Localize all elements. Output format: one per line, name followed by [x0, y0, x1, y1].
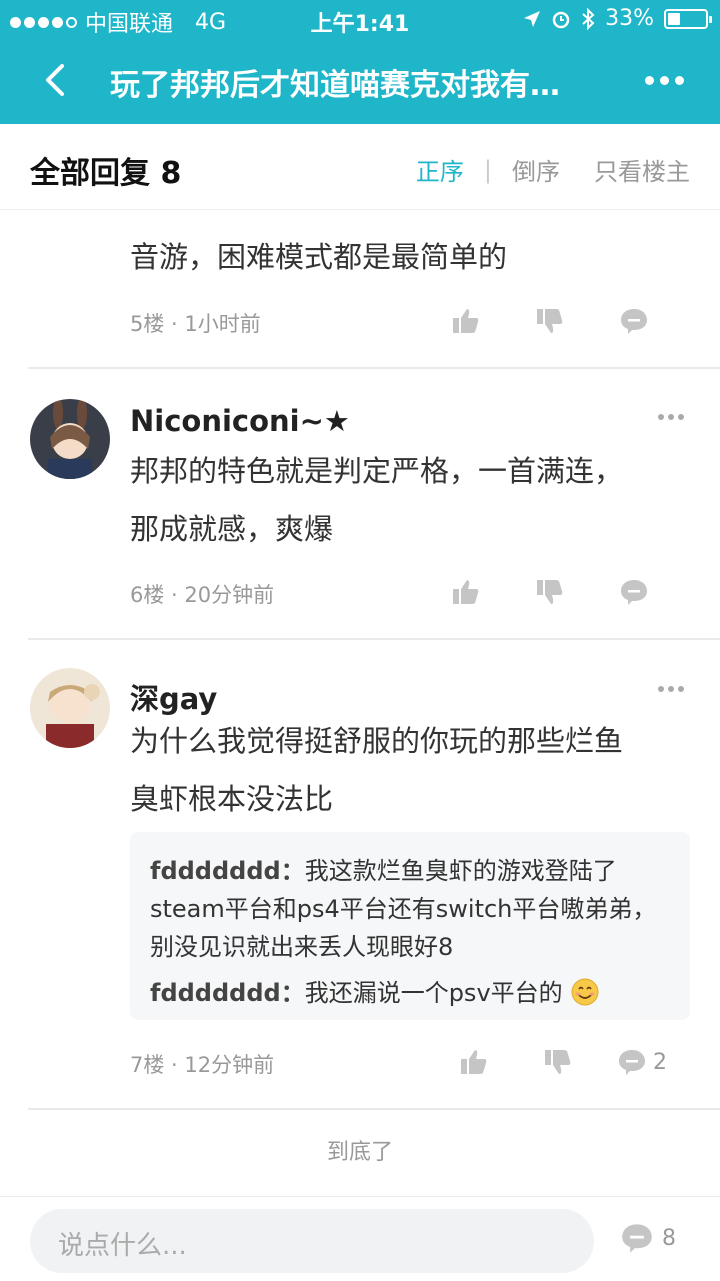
post-7-line-2: 臭虾根本没法比 — [130, 782, 334, 816]
post-6-line-2: 那成就感，爽爆 — [130, 512, 334, 546]
sort-desc-tab[interactable]: 倒序 — [512, 152, 560, 187]
like-button[interactable] — [424, 306, 508, 336]
post-5-meta: 5楼 · 1小时前 — [130, 312, 261, 336]
bluetooth-icon — [582, 7, 595, 30]
status-bar: 中国联通 4G 上午1:41 33% — [0, 0, 720, 40]
comment-icon — [622, 1224, 652, 1253]
bottom-bar: 说点什么... 8 — [0, 1196, 720, 1281]
like-button[interactable] — [424, 577, 508, 607]
back-button[interactable] — [36, 58, 76, 102]
post-7-meta: 7楼 · 12分钟前 — [130, 1053, 275, 1077]
battery-icon — [664, 8, 712, 29]
post-divider — [28, 367, 720, 369]
comment-icon — [621, 580, 647, 605]
post-7-actions: 2 — [432, 1047, 684, 1077]
post-more-button[interactable] — [658, 686, 684, 692]
dislike-button[interactable] — [508, 577, 592, 607]
alarm-icon — [552, 11, 570, 28]
avatar[interactable] — [30, 399, 110, 479]
location-icon — [524, 10, 541, 27]
reply-count: 2 — [653, 1049, 667, 1075]
sort-options: 正序 | 倒序 只看楼主 — [416, 152, 690, 187]
thumbs-up-icon — [453, 580, 479, 604]
battery-percent: 33% — [605, 6, 654, 31]
reply-header: 全部回复 8 正序 | 倒序 只看楼主 — [0, 124, 720, 210]
more-options-button[interactable] — [645, 76, 684, 85]
thumbs-down-icon — [537, 309, 563, 333]
post-divider — [28, 638, 720, 640]
sub-reply: fddddddd：我还漏说一个psv平台的 — [150, 974, 670, 1012]
post-6-meta: 6楼 · 20分钟前 — [130, 583, 275, 607]
status-right: 33% — [523, 6, 712, 31]
nav-bar: 玩了邦邦后才知道喵赛克对我有… — [0, 40, 720, 124]
sub-reply-author[interactable]: fddddddd： — [150, 857, 305, 885]
post-divider — [28, 1108, 720, 1110]
page-title: 玩了邦邦后才知道喵赛克对我有… — [110, 68, 560, 103]
comment-icon — [619, 1050, 645, 1075]
sub-reply-author[interactable]: fddddddd： — [150, 979, 305, 1007]
thumbs-down-icon — [537, 580, 563, 604]
post-more-button[interactable] — [658, 414, 684, 420]
sub-reply-text: 我还漏说一个psv平台的 — [304, 979, 563, 1007]
smile-emoji-icon — [571, 978, 599, 1006]
sub-reply-box[interactable]: fddddddd：我这款烂鱼臭虾的游戏登陆了steam平台和ps4平台还有swi… — [130, 832, 690, 1020]
comment-button[interactable]: 2 — [600, 1047, 684, 1077]
post-5-actions — [424, 306, 676, 336]
chevron-left-icon — [46, 64, 64, 96]
comment-button[interactable] — [592, 577, 676, 607]
post-6-actions — [424, 577, 676, 607]
reply-list: 音游，困难模式都是最简单的 5楼 · 1小时前 Niconiconi~★ 邦邦的… — [0, 124, 720, 1196]
comment-input[interactable]: 说点什么... — [30, 1209, 594, 1273]
post-6-line-1: 邦邦的特色就是判定严格，一首满连， — [130, 454, 624, 488]
thumbs-up-icon — [461, 1050, 487, 1074]
end-of-list-label: 到底了 — [326, 1140, 393, 1165]
sort-separator: | — [483, 155, 492, 184]
avatar[interactable] — [30, 668, 110, 748]
only-op-tab[interactable]: 只看楼主 — [594, 152, 690, 187]
comment-button[interactable] — [592, 306, 676, 336]
thumbs-down-icon — [545, 1050, 571, 1074]
comment-icon — [621, 309, 647, 334]
comment-count: 8 — [662, 1225, 676, 1251]
thumbs-up-icon — [453, 309, 479, 333]
post-7-line-1: 为什么我觉得挺舒服的你玩的那些烂鱼 — [130, 724, 624, 758]
comments-button[interactable]: 8 — [620, 1221, 676, 1255]
sort-asc-tab[interactable]: 正序 — [416, 152, 464, 187]
like-button[interactable] — [432, 1047, 516, 1077]
reply-count-label: 全部回复 8 — [30, 156, 182, 191]
post-5-text: 音游，困难模式都是最简单的 — [130, 240, 508, 274]
dislike-button[interactable] — [516, 1047, 600, 1077]
dislike-button[interactable] — [508, 306, 592, 336]
sub-reply: fddddddd：我这款烂鱼臭虾的游戏登陆了steam平台和ps4平台还有swi… — [150, 852, 670, 966]
username[interactable]: Niconiconi~★ — [130, 404, 350, 438]
